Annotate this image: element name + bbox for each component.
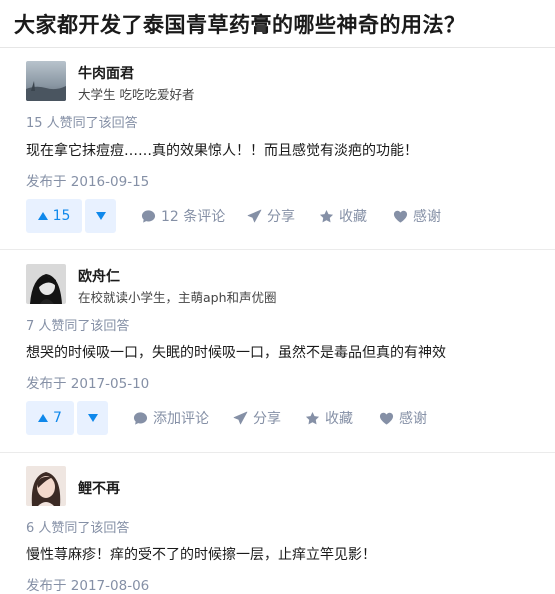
speech-bubble-icon <box>141 209 156 223</box>
publish-date[interactable]: 发布于 2017-08-06 <box>26 574 149 594</box>
star-icon <box>319 209 334 222</box>
collect-button[interactable]: 收藏 <box>319 199 367 233</box>
upvote-count: 7 <box>53 410 62 426</box>
thanks-label: 感谢 <box>413 209 441 225</box>
share-label: 分享 <box>253 411 281 427</box>
upvote-button[interactable]: 7 <box>26 401 74 435</box>
comment-button[interactable]: 12 条评论 <box>141 199 225 233</box>
thanks-button[interactable]: 感谢 <box>393 199 441 233</box>
collect-label: 收藏 <box>339 209 367 225</box>
question-title: 大家都开发了泰国青草药膏的哪些神奇的用法？ <box>14 13 466 37</box>
answer-divider <box>0 249 555 250</box>
comment-label: 添加评论 <box>153 411 209 427</box>
downvote-button[interactable] <box>85 199 116 233</box>
downvote-button[interactable] <box>77 401 108 435</box>
author-name[interactable]: 欧舟仁 <box>78 266 120 286</box>
answer-content: 现在拿它抹痘痘……真的效果惊人！！而且感觉有淡疤的功能！ <box>26 143 418 159</box>
collect-button[interactable]: 收藏 <box>305 401 353 435</box>
vote-count-text: 6 人赞同了该回答 <box>26 521 130 536</box>
collect-label: 收藏 <box>325 411 353 427</box>
paper-plane-icon <box>247 209 262 222</box>
avatar[interactable] <box>26 264 66 304</box>
triangle-up-icon <box>38 414 49 422</box>
paper-plane-icon <box>233 411 248 424</box>
speech-bubble-icon <box>133 411 148 425</box>
answer-actions: 7 添加评论 分享 收藏 感谢 <box>26 401 555 435</box>
answer-divider <box>0 452 555 453</box>
answer-actions: 15 12 条评论 分享 收藏 感谢 <box>26 199 555 233</box>
answer-content: 慢性荨麻疹！痒的受不了的时候擦一层，止痒立竿见影！ <box>26 547 376 563</box>
publish-date[interactable]: 发布于 2016-09-15 <box>26 170 149 190</box>
triangle-down-icon <box>87 414 98 422</box>
heart-icon <box>393 210 408 223</box>
thanks-button[interactable]: 感谢 <box>379 401 427 435</box>
publish-date[interactable]: 发布于 2017-05-10 <box>26 372 149 392</box>
triangle-down-icon <box>95 212 106 220</box>
avatar[interactable] <box>26 61 66 101</box>
author-bio: 在校就读小学生，主萌aph和声优圈 <box>78 290 277 305</box>
star-icon <box>305 411 320 424</box>
share-button[interactable]: 分享 <box>247 199 295 233</box>
answer-content: 想哭的时候吸一口，失眠的时候吸一口，虽然不是毒品但真的有神效 <box>26 345 446 361</box>
author-name[interactable]: 牛肉面君 <box>78 63 134 83</box>
share-button[interactable]: 分享 <box>233 401 281 435</box>
comment-button[interactable]: 添加评论 <box>133 401 209 435</box>
author-name[interactable]: 鲤不再 <box>78 478 120 498</box>
upvote-button[interactable]: 15 <box>26 199 82 233</box>
triangle-up-icon <box>37 212 48 220</box>
vote-count-text: 15 人赞同了该回答 <box>26 116 138 131</box>
vote-count-text: 7 人赞同了该回答 <box>26 319 130 334</box>
share-label: 分享 <box>267 209 295 225</box>
upvote-count: 15 <box>52 208 71 224</box>
title-divider <box>0 47 555 48</box>
heart-icon <box>379 412 394 425</box>
comment-label: 12 条评论 <box>161 209 226 225</box>
avatar[interactable] <box>26 466 66 506</box>
thanks-label: 感谢 <box>399 411 427 427</box>
author-bio: 大学生 吃吃吃爱好者 <box>78 87 195 102</box>
